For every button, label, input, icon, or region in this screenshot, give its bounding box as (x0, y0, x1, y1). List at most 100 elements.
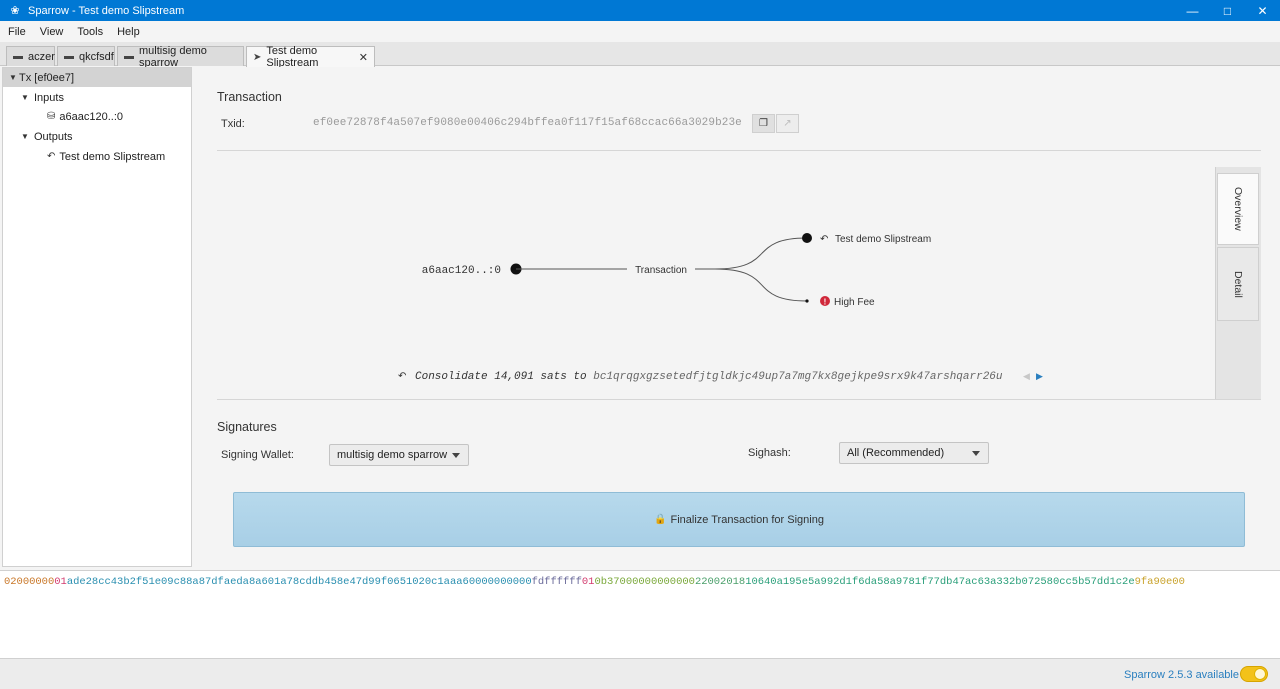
update-available-link[interactable]: Sparrow 2.5.3 available (1124, 669, 1239, 681)
signing-wallet-value: multisig demo sparrow (337, 449, 448, 461)
tab-qkcfsdf[interactable]: ▬ qkcfsdf (57, 46, 115, 66)
hex-segment: 22002018 (694, 576, 746, 588)
tree-item-label: Tx [ef0ee7] (19, 71, 75, 84)
hex-segment: 02000000 (4, 576, 55, 588)
window-titlebar: ❀ Sparrow - Test demo Slipstream — □ ✕ (0, 0, 1280, 21)
menu-bar: File View Tools Help (0, 21, 1280, 42)
consolidate-icon: ↶ (47, 151, 56, 162)
raw-hex-panel[interactable]: 0200000001ade28cc43b2f51e09c88a87dfaeda8… (0, 570, 1280, 658)
next-arrow-icon[interactable]: ▶ (1036, 372, 1043, 382)
chevron-down-icon (452, 453, 460, 458)
tab-overview-label: Overview (1232, 187, 1244, 231)
expand-down-icon[interactable]: ▼ (7, 73, 19, 82)
signatures-section-title: Signatures (217, 420, 277, 434)
sparrow-app-icon: ❀ (10, 5, 20, 17)
tree-item-label: Inputs (34, 91, 64, 104)
transaction-diagram: a6aac120..:0 Transaction ↶ Test demo Sli… (398, 233, 1043, 383)
finalize-label: Finalize Transaction for Signing (670, 513, 824, 526)
tab-label: aczer (28, 50, 55, 63)
prev-arrow-icon[interactable]: ◀ (1023, 372, 1030, 382)
tab-label: Test demo Slipstream (266, 45, 319, 69)
tab-detail[interactable]: Detail (1217, 247, 1259, 321)
transaction-panel: Transaction Txid: ef0ee72878f4a507ef9080… (197, 67, 1277, 567)
view-tabs: Overview Detail (1215, 167, 1261, 399)
divider (217, 399, 1261, 400)
sighash-select[interactable]: All (Recommended) (839, 442, 989, 464)
tree-item-inputs[interactable]: ▼ Inputs (3, 88, 191, 107)
output2-node (805, 299, 809, 303)
signing-wallet-select[interactable]: multisig demo sparrow (329, 444, 469, 466)
coins-icon: ⛁ (47, 111, 56, 122)
wallet-icon: ▬ (124, 51, 134, 62)
menu-file[interactable]: File (8, 24, 26, 40)
tree-item-label: a6aac120..:0 (59, 110, 124, 123)
hex-segment: 01 (581, 576, 595, 588)
tree-item-tx[interactable]: ▼ Tx [ef0ee7] (3, 68, 191, 87)
tree-item-output[interactable]: ↶ Test demo Slipstream (3, 147, 191, 166)
hex-segment: fdffffff (531, 576, 582, 588)
wallet-icon: ▬ (64, 51, 74, 62)
tab-multisig-demo-sparrow[interactable]: ▬ multisig demo sparrow (117, 44, 244, 69)
maximize-button[interactable]: □ (1210, 0, 1245, 21)
tree-item-label: Test demo Slipstream (59, 150, 166, 163)
copy-txid-button[interactable]: ❐ (752, 114, 775, 133)
output1-curve (714, 237, 808, 270)
tree-item-label: Outputs (34, 130, 73, 143)
close-tab-icon[interactable]: ✕ (359, 51, 368, 64)
hex-segment: ade28cc43b2f51e09c88a87dfaeda8a601a78cdd… (66, 576, 469, 588)
tab-aczer[interactable]: ▬ aczer (6, 46, 55, 66)
online-toggle[interactable] (1240, 666, 1268, 682)
warning-icon-glyph: ! (824, 298, 827, 307)
txid-value[interactable]: ef0ee72878f4a507ef9080e00406c294bffea0f1… (313, 117, 742, 129)
diagram-input-label[interactable]: a6aac120..:0 (422, 265, 501, 277)
diagram-center-label: Transaction (635, 265, 687, 276)
tab-overview[interactable]: Overview (1217, 173, 1259, 245)
txid-label: Txid: (221, 118, 245, 130)
output1-node (802, 233, 812, 243)
divider (217, 150, 1261, 151)
tab-label: multisig demo sparrow (139, 44, 207, 69)
expand-down-icon[interactable]: ▼ (19, 132, 31, 141)
consolidate-address: bc1qrqgxgzsetedfjtgldkjc49up7a7mg7kx8gej… (593, 371, 1003, 383)
menu-help[interactable]: Help (117, 24, 140, 40)
tab-bar: ▬ aczer ▬ qkcfsdf ▬ multisig demo sparro… (0, 42, 1280, 69)
menu-view[interactable]: View (40, 24, 64, 40)
tree-item-outputs[interactable]: ▼ Outputs (3, 127, 191, 146)
sighash-value: All (Recommended) (847, 447, 945, 459)
status-bar: Sparrow 2.5.3 available (0, 658, 1280, 689)
consolidate-text: Consolidate 14,091 sats to bc1qrqgxgzset… (415, 371, 1003, 383)
finalize-transaction-button[interactable]: 🔒 Finalize Transaction for Signing (233, 492, 1245, 547)
hex-segment: 10640a195e5a992d1f6da58a9781f77db47ac63a… (745, 576, 1135, 588)
send-icon: ➤ (253, 51, 262, 63)
consolidate-icon: ↶ (820, 234, 828, 245)
tab-test-demo-slipstream[interactable]: ➤ Test demo Slipstream ✕ (246, 45, 375, 69)
lock-icon: 🔒 (654, 514, 667, 525)
open-in-explorer-button[interactable]: ↗ (776, 114, 799, 133)
hex-segment: 9fa90e00 (1134, 576, 1185, 588)
window-title: Sparrow - Test demo Slipstream (28, 4, 185, 17)
menu-tools[interactable]: Tools (77, 24, 103, 40)
expand-down-icon[interactable]: ▼ (19, 93, 31, 102)
hex-segment: 01 (54, 576, 67, 588)
toggle-knob (1254, 668, 1266, 680)
copy-icon: ❐ (759, 118, 768, 129)
sighash-label: Sighash: (748, 447, 791, 459)
chevron-down-icon (972, 451, 980, 456)
diagram-output2-label[interactable]: High Fee (834, 297, 875, 308)
consolidate-arrow-icon: ↶ (398, 371, 406, 382)
raw-hex-text[interactable]: 0200000001ade28cc43b2f51e09c88a87dfaeda8… (4, 576, 1185, 588)
external-link-icon: ↗ (783, 118, 792, 129)
hex-segment: 0000000000 (468, 576, 532, 588)
tree-item-input[interactable]: ⛁ a6aac120..:0 (3, 107, 191, 126)
close-window-button[interactable]: ✕ (1245, 0, 1280, 21)
hex-segment: 0b37000000000000 (594, 576, 695, 588)
diagram-output1-label[interactable]: Test demo Slipstream (835, 234, 931, 245)
transaction-section-title: Transaction (217, 90, 282, 104)
tab-label: qkcfsdf (79, 50, 114, 63)
tab-detail-label: Detail (1232, 270, 1244, 298)
signing-wallet-label: Signing Wallet: (221, 449, 294, 461)
transaction-tree: ▼ Tx [ef0ee7] ▼ Inputs ⛁ a6aac120..:0 ▼ … (2, 67, 192, 567)
output2-curve (714, 268, 808, 302)
wallet-icon: ▬ (13, 51, 23, 62)
minimize-button[interactable]: — (1175, 0, 1210, 21)
